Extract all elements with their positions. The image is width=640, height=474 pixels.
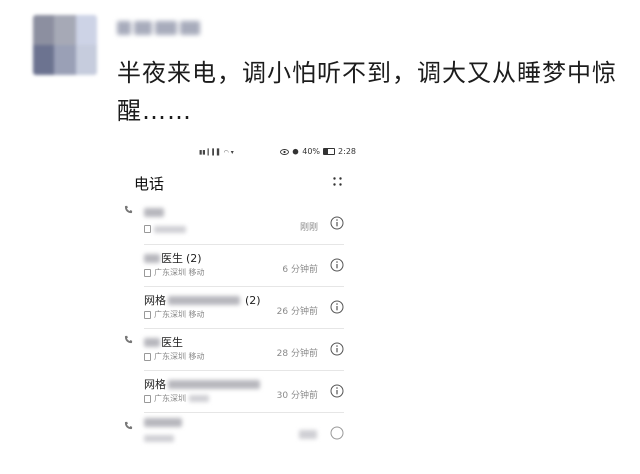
call-time: 30 分钟前 <box>276 391 318 401</box>
embedded-call-log-screenshot[interactable]: ▮▮ ▎▍▌ ◠ ▾ 40% 2:28 电话 刚刚 医生 (2) 广东深圳 移动… <box>115 140 358 474</box>
call-log-row[interactable]: 网格 广东深圳 30 分钟前 <box>115 371 358 413</box>
battery-icon <box>323 148 336 155</box>
eye-icon <box>280 148 290 155</box>
info-icon[interactable] <box>330 426 344 440</box>
sim-card-icon <box>144 268 151 277</box>
call-time: 28 分钟前 <box>276 349 318 359</box>
contact-name <box>144 208 165 217</box>
call-time: 刚刚 <box>299 223 318 233</box>
phone-icon <box>124 205 133 214</box>
contact-name <box>144 418 183 427</box>
call-log-row[interactable]: 医生 广东深圳 移动 28 分钟前 <box>115 329 358 371</box>
contact-name: 医生 <box>144 334 183 350</box>
call-log-row[interactable]: 网格 (2) 广东深圳 移动 26 分钟前 <box>115 287 358 329</box>
avatar[interactable] <box>33 15 97 75</box>
post-text: 半夜来电，调小怕听不到，调大又从睡梦中惊醒…… <box>117 59 617 125</box>
sim-card-icon <box>144 225 151 233</box>
contact-name: 网格 <box>144 376 261 392</box>
info-icon[interactable] <box>330 342 344 356</box>
call-subtitle: 广东深圳 移动 <box>144 351 205 362</box>
status-clock: 2:28 <box>338 147 356 156</box>
info-icon[interactable] <box>330 258 344 272</box>
status-bar-right: 40% 2:28 <box>280 147 356 156</box>
call-log-row[interactable]: 刚刚 <box>115 203 358 245</box>
username-blurred[interactable] <box>117 17 200 39</box>
call-subtitle <box>144 435 175 442</box>
call-time: 26 分钟前 <box>276 307 318 317</box>
call-time <box>299 430 318 442</box>
contact-name: 医生 (2) <box>144 250 202 266</box>
info-icon[interactable] <box>330 216 344 230</box>
more-dots-icon[interactable] <box>333 177 342 186</box>
sim-card-icon <box>144 394 151 403</box>
call-subtitle: 广东深圳 移动 <box>144 309 205 320</box>
phone-icon <box>124 335 133 344</box>
call-subtitle: 广东深圳 移动 <box>144 267 205 278</box>
call-subtitle: 广东深圳 <box>144 393 210 404</box>
contact-name: 网格 (2) <box>144 293 261 308</box>
alarm-icon <box>292 148 299 155</box>
call-log-row[interactable] <box>115 413 358 455</box>
call-time: 6 分钟前 <box>282 265 318 275</box>
app-title: 电话 <box>134 175 165 193</box>
info-icon[interactable] <box>330 384 344 398</box>
sim-card-icon <box>144 310 151 319</box>
info-icon[interactable] <box>330 300 344 314</box>
phone-icon <box>124 421 133 430</box>
call-log-row[interactable]: 医生 (2) 广东深圳 移动 6 分钟前 <box>115 245 358 287</box>
sim-card-icon <box>144 352 151 361</box>
status-icons-left: ▮▮ ▎▍▌ ◠ ▾ <box>199 149 234 156</box>
call-subtitle <box>144 225 187 233</box>
battery-percent: 40% <box>302 147 321 156</box>
